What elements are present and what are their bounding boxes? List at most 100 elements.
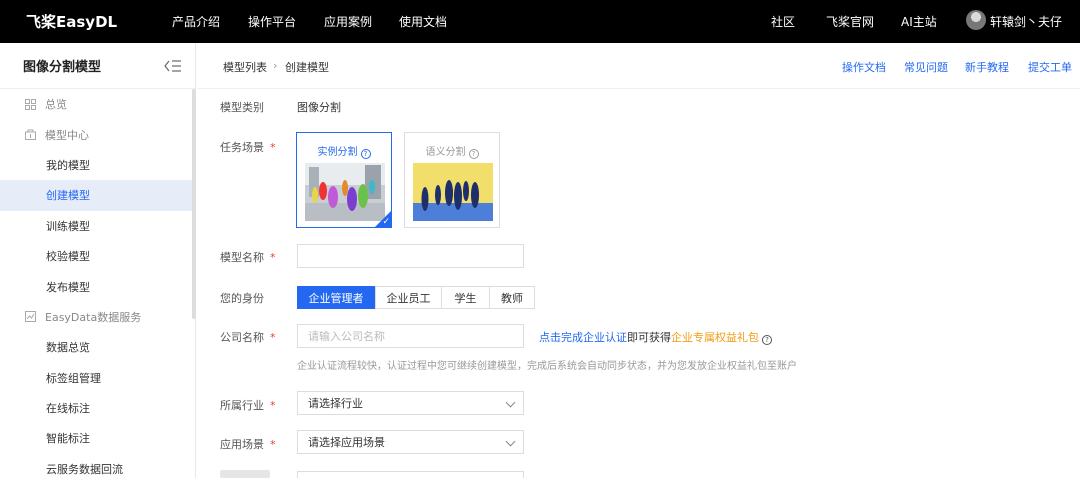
next-field-label-cut <box>220 470 270 478</box>
card-title-text: 实例分割 <box>317 147 358 158</box>
link-faq[interactable]: 常见问题 <box>904 59 948 75</box>
instance-segmentation-card[interactable]: 实例分割? ✓ <box>296 132 392 228</box>
collapse-menu-icon[interactable] <box>164 59 182 73</box>
task-scene-label: 任务场景 * <box>220 139 276 155</box>
required-mark: * <box>270 331 276 344</box>
identity-label: 您的身份 <box>220 292 264 305</box>
instance-segmentation-image <box>305 163 385 221</box>
sidebar-item-label: 云服务数据回流 <box>46 462 123 476</box>
next-field-input-cut[interactable] <box>297 471 524 478</box>
industry-select-text: 请选择行业 <box>308 397 363 410</box>
sidebar-item-label: 标签组管理 <box>46 371 101 385</box>
model-name-label: 模型名称 * <box>220 249 276 265</box>
sidebar: 图像分割模型 总览 模型中心 我的模型 创建模型 训练模型 校验模型 发布模型 … <box>0 43 196 478</box>
app-scene-label-text: 应用场景 <box>220 438 264 451</box>
industry-label: 所属行业 * <box>220 397 276 413</box>
chevron-down-icon <box>505 436 516 447</box>
company-name-label: 公司名称 * <box>220 329 276 345</box>
sidebar-item-label: 创建模型 <box>46 189 90 203</box>
semantic-segmentation-image <box>413 163 493 221</box>
breadcrumb-bar: 模型列表 › 创建模型 操作文档 常见问题 新手教程 提交工单 <box>197 43 1080 89</box>
required-mark: * <box>270 141 276 154</box>
task-scene-label-text: 任务场景 <box>220 141 264 154</box>
username[interactable]: 轩辕剑丶夫仔 <box>990 13 1062 30</box>
sidebar-item-label: 发布模型 <box>46 280 90 294</box>
user-avatar[interactable] <box>966 10 986 30</box>
sidebar-item-validate-model[interactable]: 校验模型 <box>0 241 192 271</box>
sidebar-menu: 总览 模型中心 我的模型 创建模型 训练模型 校验模型 发布模型 EasyDat… <box>0 89 192 478</box>
model-icon <box>25 129 36 141</box>
help-icon[interactable]: ? <box>468 149 479 159</box>
app-scene-select[interactable]: 请选择应用场景 <box>297 430 524 454</box>
identity-option-teacher[interactable]: 教师 <box>489 286 535 309</box>
sidebar-item-cloud-data-reflow[interactable]: 云服务数据回流 <box>0 454 192 478</box>
semantic-segmentation-card[interactable]: 语义分割? <box>404 132 500 228</box>
sidebar-item-label: 模型中心 <box>45 128 89 142</box>
nav-cases[interactable]: 应用案例 <box>324 13 372 30</box>
identity-option-student[interactable]: 学生 <box>441 286 490 309</box>
model-name-input[interactable] <box>297 244 524 268</box>
link-operation-docs[interactable]: 操作文档 <box>842 59 886 75</box>
sidebar-item-publish-model[interactable]: 发布模型 <box>0 271 192 301</box>
app-scene-label: 应用场景 * <box>220 436 276 452</box>
check-icon: ✓ <box>382 217 390 227</box>
card-title-text: 语义分割 <box>425 147 466 158</box>
sidebar-item-label: 数据总览 <box>46 341 90 355</box>
card-title: 语义分割? <box>405 143 499 159</box>
company-name-input[interactable] <box>297 324 524 348</box>
breadcrumb-parent[interactable]: 模型列表 <box>223 59 267 75</box>
company-name-label-text: 公司名称 <box>220 331 264 344</box>
help-icon[interactable]: ? <box>762 335 772 345</box>
sidebar-item-online-annotation[interactable]: 在线标注 <box>0 393 192 423</box>
sidebar-item-train-model[interactable]: 训练模型 <box>0 211 192 241</box>
identity-option-manager[interactable]: 企业管理者 <box>297 286 375 309</box>
chevron-down-icon <box>505 397 516 408</box>
nav-ai-site[interactable]: AI主站 <box>901 13 937 30</box>
enterprise-auth-hint: 点击完成企业认证即可获得企业专属权益礼包? <box>539 329 772 345</box>
sidebar-item-label: 智能标注 <box>46 432 90 446</box>
sidebar-item-label: 我的模型 <box>46 158 90 172</box>
sidebar-item-smart-annotation[interactable]: 智能标注 <box>0 423 192 453</box>
grid-icon <box>25 98 36 110</box>
sidebar-item-overview[interactable]: 总览 <box>0 89 192 119</box>
sidebar-item-label: 在线标注 <box>46 402 90 416</box>
sidebar-item-label: 总览 <box>45 98 67 112</box>
identity-option-employee[interactable]: 企业员工 <box>375 286 442 309</box>
model-name-label-text: 模型名称 <box>220 251 264 264</box>
nav-paddle-site[interactable]: 飞桨官网 <box>826 13 874 30</box>
link-tutorial[interactable]: 新手教程 <box>965 59 1009 75</box>
enterprise-auth-link[interactable]: 点击完成企业认证 <box>539 331 627 344</box>
data-icon <box>25 311 36 323</box>
chevron-right-icon: › <box>273 59 278 72</box>
required-mark: * <box>270 399 276 412</box>
top-nav: 飞桨EasyDL 产品介绍 操作平台 应用案例 使用文档 社区 飞桨官网 AI主… <box>0 0 1080 43</box>
logo-text: 飞桨EasyDL <box>26 12 118 31</box>
nav-docs[interactable]: 使用文档 <box>399 13 447 30</box>
enterprise-auth-note: 企业认证流程较快，认证过程中您可继续创建模型，完成后系统会自动同步状态，并为您发… <box>297 361 797 372</box>
industry-select[interactable]: 请选择行业 <box>297 391 524 415</box>
nav-community[interactable]: 社区 <box>771 13 795 30</box>
sidebar-item-create-model[interactable]: 创建模型 <box>0 180 192 211</box>
required-mark: * <box>270 251 276 264</box>
sidebar-item-label: 训练模型 <box>46 219 90 233</box>
easydl-logo[interactable]: 飞桨EasyDL <box>26 9 117 33</box>
app-scene-select-text: 请选择应用场景 <box>308 436 385 449</box>
breadcrumb-current: 创建模型 <box>285 61 329 74</box>
sidebar-item-my-models[interactable]: 我的模型 <box>0 150 192 180</box>
sidebar-item-label: 校验模型 <box>46 250 90 264</box>
sidebar-item-model-center[interactable]: 模型中心 <box>0 119 192 149</box>
sidebar-item-easydata[interactable]: EasyData数据服务 <box>0 302 192 332</box>
sidebar-item-label-groups[interactable]: 标签组管理 <box>0 363 192 393</box>
sidebar-title: 图像分割模型 <box>23 60 102 75</box>
help-icon[interactable]: ? <box>360 149 371 159</box>
enterprise-auth-middle: 即可获得 <box>627 331 671 344</box>
nav-platform[interactable]: 操作平台 <box>248 13 296 30</box>
link-submit-ticket[interactable]: 提交工单 <box>1028 59 1072 75</box>
required-mark: * <box>270 438 276 451</box>
enterprise-gift-link[interactable]: 企业专属权益礼包 <box>671 331 759 344</box>
sidebar-scrollbar[interactable] <box>192 89 196 319</box>
card-title: 实例分割? <box>297 143 391 159</box>
sidebar-item-label: EasyData数据服务 <box>45 310 142 324</box>
nav-product-intro[interactable]: 产品介绍 <box>172 13 220 30</box>
sidebar-item-data-overview[interactable]: 数据总览 <box>0 332 192 362</box>
